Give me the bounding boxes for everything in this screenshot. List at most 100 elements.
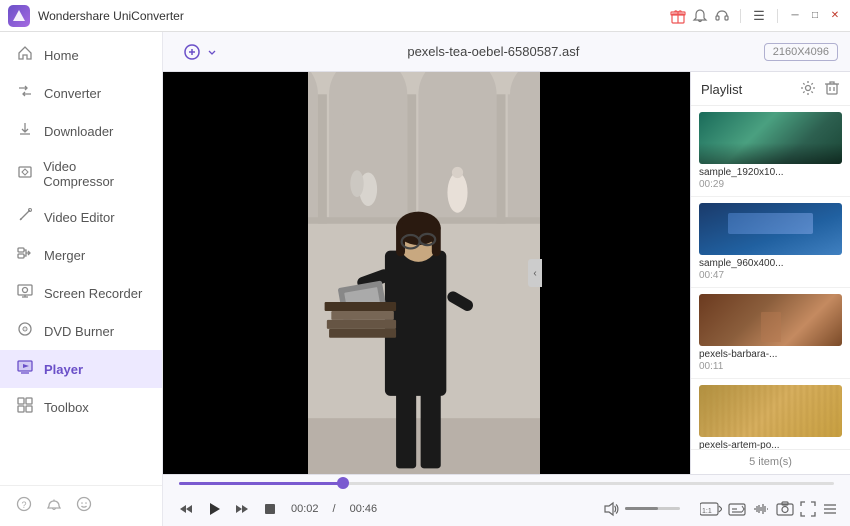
volume-fill <box>625 507 658 510</box>
stop-button[interactable] <box>259 498 281 520</box>
sidebar-label-video-editor: Video Editor <box>44 210 115 225</box>
more-options-icon[interactable] <box>822 501 838 517</box>
fast-forward-button[interactable] <box>231 498 253 520</box>
sidebar-item-merger[interactable]: Merger <box>0 236 162 274</box>
playlist-thumb <box>699 294 842 346</box>
gift-icon[interactable] <box>670 8 686 24</box>
audio-icon[interactable] <box>752 501 770 517</box>
progress-thumb[interactable] <box>337 477 349 489</box>
fullscreen-icon[interactable] <box>800 501 816 517</box>
playlist-item-name: sample_1920x10... <box>699 167 842 178</box>
sidebar-item-downloader[interactable]: Downloader <box>0 112 162 150</box>
controls-row: 00:02 / 00:46 <box>163 491 850 526</box>
main-layout: Home Converter Downloader <box>0 32 850 526</box>
playlist-item[interactable]: pexels-barbara-... 00:11 <box>691 288 850 379</box>
playlist-items: sample_1920x10... 00:29 sample_960x400..… <box>691 106 850 449</box>
playlist-item[interactable]: sample_960x400... 00:47 <box>691 197 850 288</box>
sidebar-label-dvd-burner: DVD Burner <box>44 324 114 339</box>
playlist-thumb <box>699 203 842 255</box>
content-area: pexels-tea-oebel-6580587.asf 2160X4096 <box>163 32 850 526</box>
player-icon <box>16 359 34 379</box>
video-editor-icon <box>16 207 34 227</box>
maximize-button[interactable]: □ <box>808 9 822 23</box>
dvd-burner-icon <box>16 321 34 341</box>
playlist-title: Playlist <box>701 82 742 97</box>
bell-icon[interactable] <box>46 496 62 516</box>
notification-icon[interactable] <box>692 8 708 24</box>
sidebar-label-downloader: Downloader <box>44 124 113 139</box>
volume-icon[interactable] <box>603 501 619 517</box>
sidebar-label-toolbox: Toolbox <box>44 400 89 415</box>
help-icon[interactable]: ? <box>16 496 32 516</box>
video-compressor-icon <box>16 164 33 184</box>
subtitle-icon[interactable] <box>728 501 746 517</box>
app-logo <box>8 5 30 27</box>
sidebar-item-player[interactable]: Player <box>0 350 162 388</box>
sidebar-item-toolbox[interactable]: Toolbox <box>0 388 162 426</box>
progress-track[interactable] <box>179 482 834 485</box>
svg-text:?: ? <box>21 500 26 510</box>
current-time: 00:02 <box>291 503 319 515</box>
playlist-item-name: sample_960x400... <box>699 258 842 269</box>
sidebar-item-video-compressor[interactable]: Video Compressor <box>0 150 162 198</box>
headset-icon[interactable] <box>714 8 730 24</box>
playlist-thumb <box>699 385 842 437</box>
playlist-thumb <box>699 112 842 164</box>
collapse-playlist-arrow[interactable]: ‹ <box>528 259 542 287</box>
video-player[interactable]: ‹ <box>163 72 690 474</box>
sidebar-item-home[interactable]: Home <box>0 36 162 74</box>
resolution-badge: 2160X4096 <box>764 43 838 61</box>
sidebar-label-screen-recorder: Screen Recorder <box>44 286 142 301</box>
playlist-item-duration: 00:11 <box>699 361 842 372</box>
playlist-header-icons <box>800 80 840 99</box>
merger-icon <box>16 245 34 265</box>
progress-fill <box>179 482 343 485</box>
svg-text:1:1: 1:1 <box>702 508 712 515</box>
sidebar: Home Converter Downloader <box>0 32 163 526</box>
screen-recorder-icon <box>16 283 34 303</box>
downloader-icon <box>16 121 34 141</box>
playback-speed-icon[interactable]: 1:1 <box>700 501 722 517</box>
emoji-icon[interactable] <box>76 496 92 516</box>
topbar: pexels-tea-oebel-6580587.asf 2160X4096 <box>163 32 850 72</box>
add-media-button[interactable] <box>175 37 223 67</box>
playlist-delete-icon[interactable] <box>824 80 840 99</box>
app-title: Wondershare UniConverter <box>38 9 670 23</box>
playlist-item-duration: 00:47 <box>699 270 842 281</box>
playlist-panel: Playlist <box>690 72 850 474</box>
volume-slider[interactable] <box>625 507 680 510</box>
sidebar-item-video-editor[interactable]: Video Editor <box>0 198 162 236</box>
playlist-settings-icon[interactable] <box>800 80 816 99</box>
close-button[interactable]: ✕ <box>828 9 842 23</box>
screenshot-icon[interactable] <box>776 501 794 517</box>
rewind-button[interactable] <box>175 498 197 520</box>
minimize-button[interactable]: ─ <box>788 9 802 23</box>
converter-icon <box>16 83 34 103</box>
progress-bar-area[interactable] <box>163 475 850 491</box>
sidebar-item-screen-recorder[interactable]: Screen Recorder <box>0 274 162 312</box>
total-time: 00:46 <box>350 503 378 515</box>
sidebar-label-merger: Merger <box>44 248 85 263</box>
playlist-item[interactable]: sample_1920x10... 00:29 <box>691 106 850 197</box>
filename-label: pexels-tea-oebel-6580587.asf <box>233 44 754 59</box>
sidebar-label-player: Player <box>44 362 83 377</box>
playlist-item[interactable]: pexels-artem-po... 00:10 <box>691 379 850 449</box>
sidebar-footer: ? <box>0 485 162 526</box>
sidebar-label-video-compressor: Video Compressor <box>43 159 146 189</box>
playlist-footer: 5 item(s) <box>691 449 850 474</box>
play-button[interactable] <box>203 498 225 520</box>
menu-icon[interactable]: ☰ <box>751 8 767 24</box>
playlist-item-duration: 00:29 <box>699 179 842 190</box>
playlist-item-name: pexels-barbara-... <box>699 349 842 360</box>
home-icon <box>16 45 34 65</box>
playlist-item-name: pexels-artem-po... <box>699 440 842 449</box>
titlebar: Wondershare UniConverter <box>0 0 850 32</box>
sidebar-item-converter[interactable]: Converter <box>0 74 162 112</box>
playlist-header: Playlist <box>691 72 850 106</box>
time-separator: / <box>333 503 336 515</box>
video-playlist-area: ‹ Playlist <box>163 72 850 474</box>
controls-bar: 00:02 / 00:46 <box>163 474 850 526</box>
sidebar-item-dvd-burner[interactable]: DVD Burner <box>0 312 162 350</box>
titlebar-controls: ☰ ─ □ ✕ <box>670 8 842 24</box>
sidebar-label-converter: Converter <box>44 86 101 101</box>
